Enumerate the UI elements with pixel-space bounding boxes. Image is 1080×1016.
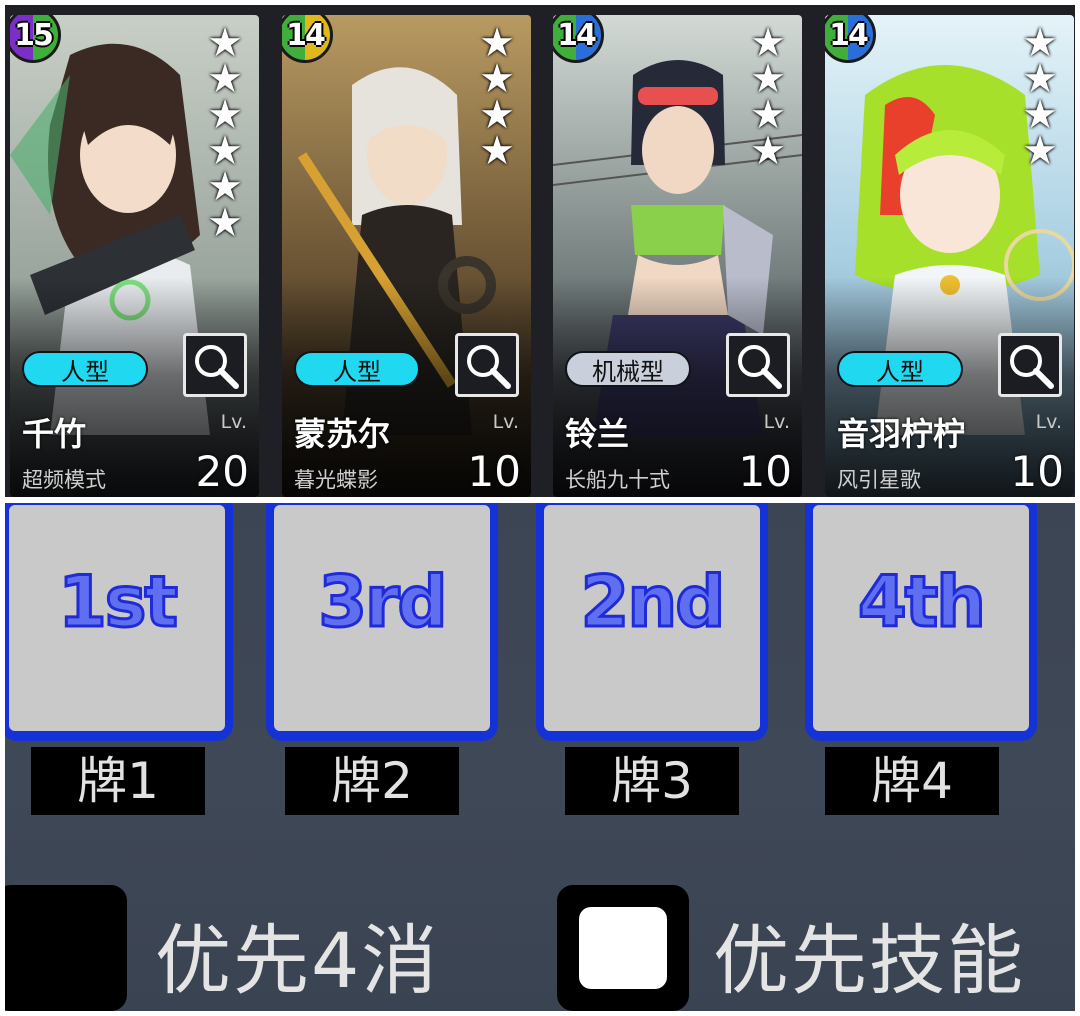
character-name: 铃兰 <box>565 415 630 453</box>
character-card-3[interactable]: 14 ★ ★ ★ ★ 机械型 铃兰 Lv. 长船九十式 10 <box>553 15 802 497</box>
level-value: 20 <box>195 447 249 496</box>
character-card-2[interactable]: 14 ★ ★ ★ ★ 人型 蒙苏尔 Lv. 暮光蝶影 10 <box>282 15 531 497</box>
character-name: 千竹 <box>22 415 87 453</box>
prioritize-match4-checkbox[interactable] <box>5 885 127 1011</box>
magnifier-icon <box>195 345 239 389</box>
star-rating: ★ ★ ★ ★ <box>748 23 788 174</box>
character-card-1[interactable]: 15 ★ ★ ★ ★ ★ ★ 人型 千竹 Lv. 超频模式 20 <box>10 15 259 497</box>
character-subtitle: 长船九十式 <box>565 468 670 492</box>
type-tag: 人型 <box>837 351 963 387</box>
inspect-button[interactable] <box>455 333 519 397</box>
star-rating: ★ ★ ★ ★ ★ ★ <box>205 23 245 246</box>
star-icon: ★ <box>207 200 243 246</box>
card-slot-label: 牌4 <box>825 747 999 815</box>
level-label: Lv. <box>220 411 247 433</box>
order-slot-2[interactable]: 3rd <box>266 503 498 741</box>
star-icon: ★ <box>750 128 786 174</box>
order-slot-face: 1st <box>9 505 225 731</box>
character-subtitle: 暮光蝶影 <box>294 468 378 492</box>
character-name: 音羽柠柠 <box>837 415 966 453</box>
order-rank-label: 2nd <box>579 560 727 645</box>
magnifier-icon <box>1010 345 1054 389</box>
character-subtitle: 风引星歌 <box>837 468 921 492</box>
type-tag: 机械型 <box>565 351 691 387</box>
order-slot-1[interactable]: 1st <box>5 503 233 741</box>
checkbox-checked-mark <box>579 907 667 989</box>
star-rating: ★ ★ ★ ★ <box>1020 23 1060 174</box>
order-slot-face: 3rd <box>274 505 490 731</box>
inspect-button[interactable] <box>998 333 1062 397</box>
character-card-strip: 15 ★ ★ ★ ★ ★ ★ 人型 千竹 Lv. 超频模式 20 14 ★ ★ … <box>5 5 1075 497</box>
character-name: 蒙苏尔 <box>294 415 391 453</box>
level-label: Lv. <box>1035 411 1062 433</box>
type-tag: 人型 <box>22 351 148 387</box>
inspect-button[interactable] <box>726 333 790 397</box>
level-label: Lv. <box>492 411 519 433</box>
order-slot-face: 4th <box>813 505 1029 731</box>
prioritize-skill-label: 优先技能 <box>713 916 1025 1005</box>
level-label: Lv. <box>763 411 790 433</box>
order-rank-label: 3rd <box>317 560 449 645</box>
card-slot-label: 牌1 <box>31 747 205 815</box>
prioritize-match4-label: 优先4消 <box>155 916 440 1005</box>
card-slot-label: 牌3 <box>565 747 739 815</box>
inspect-button[interactable] <box>183 333 247 397</box>
star-rating: ★ ★ ★ ★ <box>477 23 517 174</box>
type-tag: 人型 <box>294 351 420 387</box>
star-icon: ★ <box>1022 128 1058 174</box>
order-rank-label: 1st <box>57 560 180 645</box>
star-icon: ★ <box>479 128 515 174</box>
order-slot-3[interactable]: 2nd <box>536 503 768 741</box>
order-rank-label: 4th <box>856 560 987 645</box>
order-slot-face: 2nd <box>544 505 760 731</box>
level-value: 10 <box>1010 447 1064 496</box>
level-value: 10 <box>467 447 521 496</box>
magnifier-icon <box>738 345 782 389</box>
magnifier-icon <box>467 345 511 389</box>
character-card-4[interactable]: 14 ★ ★ ★ ★ 人型 音羽柠柠 Lv. 风引星歌 10 <box>825 15 1074 497</box>
card-slot-label: 牌2 <box>285 747 459 815</box>
card-order-panel: 1st 3rd 2nd 4th 牌1 牌2 牌3 牌4 优先4消 优先技能 <box>5 503 1075 1011</box>
order-slot-4[interactable]: 4th <box>805 503 1037 741</box>
prioritize-skill-checkbox[interactable] <box>557 885 689 1011</box>
level-value: 10 <box>738 447 792 496</box>
character-subtitle: 超频模式 <box>22 468 106 492</box>
